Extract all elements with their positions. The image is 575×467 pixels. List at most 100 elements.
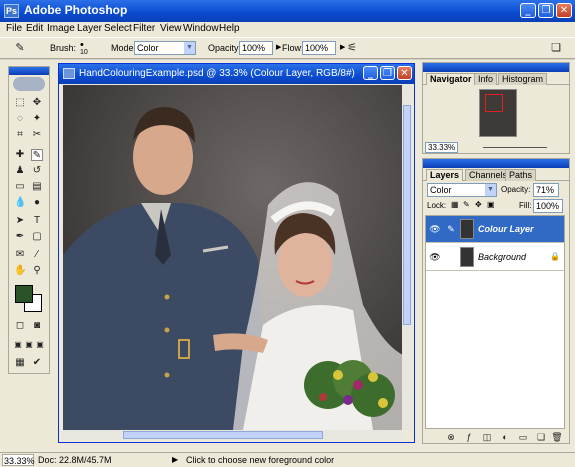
palette-well-icon[interactable]: ❏ (550, 42, 562, 54)
move-tool-icon[interactable]: ✥ (31, 97, 43, 109)
doc-restore-button[interactable]: ❐ (380, 66, 395, 80)
layers-panel: Layers Channels Paths Color ▼ Opacity: 7… (422, 158, 570, 444)
minimize-button[interactable]: _ (520, 3, 536, 18)
fill-input[interactable]: 100% (533, 199, 563, 213)
add-mask-icon[interactable]: ◫ (481, 431, 493, 443)
navigator-view-box[interactable] (485, 94, 503, 112)
marquee-tool-icon[interactable]: ⬚ (14, 97, 26, 109)
lock-position-icon[interactable]: ✥ (475, 200, 482, 209)
jump-to-icon[interactable]: ✔ (31, 357, 43, 369)
tab-paths[interactable]: Paths (505, 169, 537, 181)
navigator-thumbnail[interactable] (479, 89, 517, 137)
foreground-color-swatch[interactable] (15, 285, 33, 303)
menu-file[interactable]: File (6, 23, 22, 34)
chevron-down-icon: ▼ (485, 184, 496, 196)
layers-title-bar (423, 159, 569, 168)
horizontal-scroll-thumb[interactable] (123, 431, 323, 439)
vertical-scrollbar[interactable] (402, 85, 412, 430)
tab-histogram[interactable]: Histogram (498, 73, 548, 85)
type-tool-icon[interactable]: T (31, 215, 43, 227)
horizontal-scrollbar[interactable] (63, 430, 403, 440)
lock-icon: 🔒 (550, 252, 560, 261)
vertical-scroll-thumb[interactable] (403, 105, 411, 325)
menu-image[interactable]: Image (47, 23, 75, 34)
navigator-zoom[interactable]: 33.33% (425, 142, 459, 153)
brush-tool-icon[interactable]: ✎ (31, 149, 43, 161)
eyedropper-icon[interactable]: ⁄ (31, 249, 43, 261)
blur-tool-icon[interactable]: 💧 (14, 197, 26, 209)
path-select-icon[interactable]: ➤ (14, 215, 26, 227)
zoom-tool-icon[interactable]: ⚲ (31, 265, 43, 277)
lock-all-icon[interactable]: ▣ (487, 200, 495, 209)
mode-select[interactable]: Color ▼ (134, 41, 196, 55)
layers-list: 👁 ✎ Colour Layer 👁 Background 🔒 (425, 215, 565, 429)
eye-icon[interactable]: 👁 (428, 250, 442, 264)
brush-tool-preset-icon[interactable]: ✎ (14, 42, 26, 54)
tab-info[interactable]: Info (474, 73, 498, 85)
slice-tool-icon[interactable]: ✂ (31, 129, 43, 141)
eraser-tool-icon[interactable]: ▭ (14, 181, 26, 193)
blend-mode-select[interactable]: Color ▼ (427, 183, 497, 197)
clone-stamp-icon[interactable]: ♟ (14, 165, 26, 177)
menu-layer[interactable]: Layer (77, 23, 102, 34)
notes-tool-icon[interactable]: ✉ (14, 249, 26, 261)
magic-wand-icon[interactable]: ✦ (31, 113, 43, 125)
layer-row-background[interactable]: 👁 Background 🔒 (426, 244, 564, 271)
opacity-dropdown-icon[interactable]: ▶ (276, 43, 281, 51)
lock-transparency-icon[interactable]: ▦ (451, 200, 459, 209)
hand-tool-icon[interactable]: ✋ (14, 265, 26, 277)
status-arrow-icon[interactable]: ▶ (172, 454, 178, 466)
opacity-input[interactable]: 100% (239, 41, 273, 55)
lock-image-icon[interactable]: ✎ (463, 200, 470, 209)
layer-row-colour-layer[interactable]: 👁 ✎ Colour Layer (426, 216, 564, 243)
blend-mode-value: Color (430, 185, 452, 195)
adjustment-layer-icon[interactable]: ◐ (499, 431, 511, 443)
layer-opacity-input[interactable]: 71% (533, 183, 559, 197)
image-canvas[interactable] (63, 85, 403, 430)
status-bar: 33.33% Doc: 22.8M/45.7M ▶ Click to choos… (0, 452, 575, 467)
menu-help[interactable]: Help (219, 23, 240, 34)
restore-button[interactable]: ❐ (538, 3, 554, 18)
imageready-icon[interactable]: ▦ (14, 357, 26, 369)
menu-select[interactable]: Select (104, 23, 132, 34)
layer-thumbnail (460, 219, 474, 239)
menu-window[interactable]: Window (183, 23, 219, 34)
flow-input[interactable]: 100% (302, 41, 336, 55)
trash-icon[interactable]: 🗑 (551, 431, 563, 443)
menu-filter[interactable]: Filter (133, 23, 155, 34)
tab-layers[interactable]: Layers (426, 169, 464, 181)
link-layers-icon[interactable]: ⊗ (445, 431, 457, 443)
navigator-zoom-slider[interactable] (483, 147, 547, 148)
screen-mode-full-icon[interactable]: ▣ (34, 339, 46, 351)
new-group-icon[interactable]: ▭ (517, 431, 529, 443)
fill-label: Fill: (519, 201, 532, 210)
close-button[interactable]: ✕ (556, 3, 572, 18)
eye-icon[interactable]: 👁 (428, 222, 442, 236)
quick-mask-icon[interactable]: ◙ (31, 320, 43, 332)
standard-mode-icon[interactable]: ◻ (14, 320, 26, 332)
history-brush-icon[interactable]: ↺ (31, 165, 43, 177)
crop-tool-icon[interactable]: ⌗ (14, 129, 26, 141)
tab-navigator[interactable]: Navigator (426, 73, 476, 85)
new-layer-icon[interactable]: ❏ (535, 431, 547, 443)
menu-edit[interactable]: Edit (26, 23, 43, 34)
shape-tool-icon[interactable]: ▢ (31, 231, 43, 243)
flow-label: Flow: (282, 43, 304, 53)
healing-brush-icon[interactable]: ✚ (14, 149, 26, 161)
gradient-tool-icon[interactable]: ▤ (31, 181, 43, 193)
doc-minimize-button[interactable]: _ (363, 66, 378, 80)
lasso-tool-icon[interactable]: ◌ (14, 113, 26, 125)
menu-view[interactable]: View (160, 23, 182, 34)
navigator-zoom-row: 33.33% (425, 142, 565, 153)
brush-link-icon[interactable]: ✎ (444, 222, 458, 236)
document-window: HandColouringExample.psd @ 33.3% (Colour… (58, 63, 415, 443)
airbrush-icon[interactable]: ⚟ (346, 42, 358, 54)
status-doc-size: Doc: 22.8M/45.7M (38, 455, 112, 465)
layer-style-icon[interactable]: ƒ (463, 431, 475, 443)
status-zoom[interactable]: 33.33% (2, 454, 35, 466)
navigator-tabs: Navigator Info Histogram (423, 72, 569, 85)
dodge-tool-icon[interactable]: ● (31, 197, 43, 209)
doc-close-button[interactable]: ✕ (397, 66, 412, 80)
pen-tool-icon[interactable]: ✒ (14, 231, 26, 243)
flow-dropdown-icon[interactable]: ▶ (340, 43, 345, 51)
